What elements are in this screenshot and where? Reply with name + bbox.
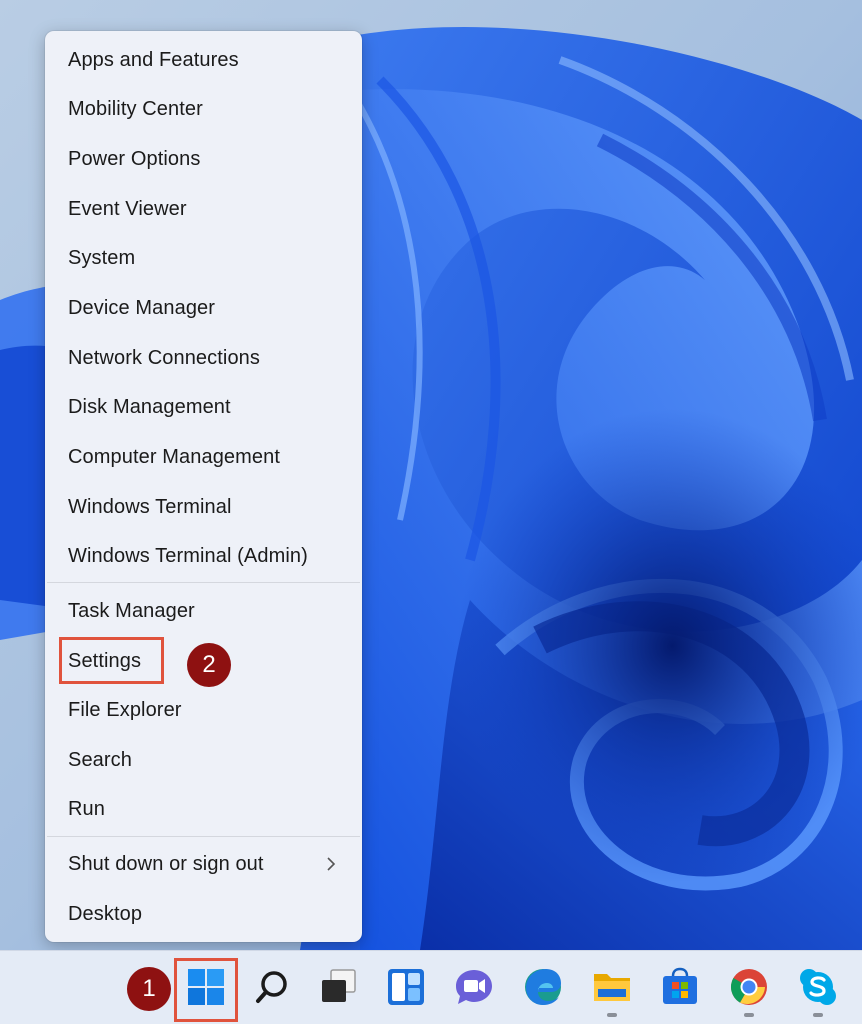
menu-item-search[interactable]: Search <box>45 738 362 782</box>
menu-item-desktop[interactable]: Desktop <box>45 892 362 936</box>
menu-item-shut-down-or-sign-out[interactable]: Shut down or sign out <box>45 842 362 886</box>
edge-icon <box>525 969 561 1005</box>
menu-item-power-options[interactable]: Power Options <box>45 137 362 181</box>
desktop: Apps and Features Mobility Center Power … <box>0 0 862 1024</box>
menu-item-computer-management[interactable]: Computer Management <box>45 435 362 479</box>
microsoft-store-icon <box>663 967 697 1004</box>
running-indicator <box>813 1013 823 1017</box>
teams-chat-icon <box>456 970 492 1004</box>
menu-separator <box>47 836 360 837</box>
step-1-badge: 1 <box>127 967 171 1011</box>
search-icon <box>256 971 287 1003</box>
menu-separator <box>47 582 360 583</box>
edge-button[interactable] <box>520 964 566 1010</box>
skype-icon <box>800 969 836 1005</box>
menu-item-event-viewer[interactable]: Event Viewer <box>45 187 362 231</box>
step-2-badge: 2 <box>187 643 231 687</box>
windows-start-icon <box>188 969 224 1005</box>
running-indicator <box>744 1013 754 1017</box>
menu-item-task-manager[interactable]: Task Manager <box>45 589 362 633</box>
menu-item-run[interactable]: Run <box>45 787 362 831</box>
running-indicator <box>607 1013 617 1017</box>
menu-item-label: Shut down or sign out <box>68 853 264 875</box>
file-explorer-button[interactable] <box>589 964 635 1010</box>
chrome-button[interactable] <box>726 964 772 1010</box>
widgets-button[interactable] <box>383 964 429 1010</box>
menu-item-windows-terminal[interactable]: Windows Terminal <box>45 485 362 529</box>
microsoft-store-button[interactable] <box>657 964 703 1010</box>
file-explorer-icon <box>594 974 630 1001</box>
quick-link-menu: Apps and Features Mobility Center Power … <box>45 31 362 942</box>
menu-item-file-explorer[interactable]: File Explorer <box>45 688 362 732</box>
menu-item-mobility-center[interactable]: Mobility Center <box>45 87 362 131</box>
task-view-button[interactable] <box>316 964 362 1010</box>
widgets-icon <box>388 969 424 1005</box>
search-button[interactable] <box>249 964 295 1010</box>
menu-item-disk-management[interactable]: Disk Management <box>45 385 362 429</box>
chrome-icon <box>730 969 767 1005</box>
menu-item-device-manager[interactable]: Device Manager <box>45 286 362 330</box>
teams-chat-button[interactable] <box>451 964 497 1010</box>
menu-item-network-connections[interactable]: Network Connections <box>45 336 362 380</box>
menu-item-system[interactable]: System <box>45 236 362 280</box>
task-view-icon <box>322 969 356 1002</box>
menu-item-windows-terminal-admin[interactable]: Windows Terminal (Admin) <box>45 534 362 578</box>
start-button[interactable] <box>183 964 229 1010</box>
skype-button[interactable] <box>795 964 841 1010</box>
menu-item-apps-and-features[interactable]: Apps and Features <box>45 38 362 82</box>
